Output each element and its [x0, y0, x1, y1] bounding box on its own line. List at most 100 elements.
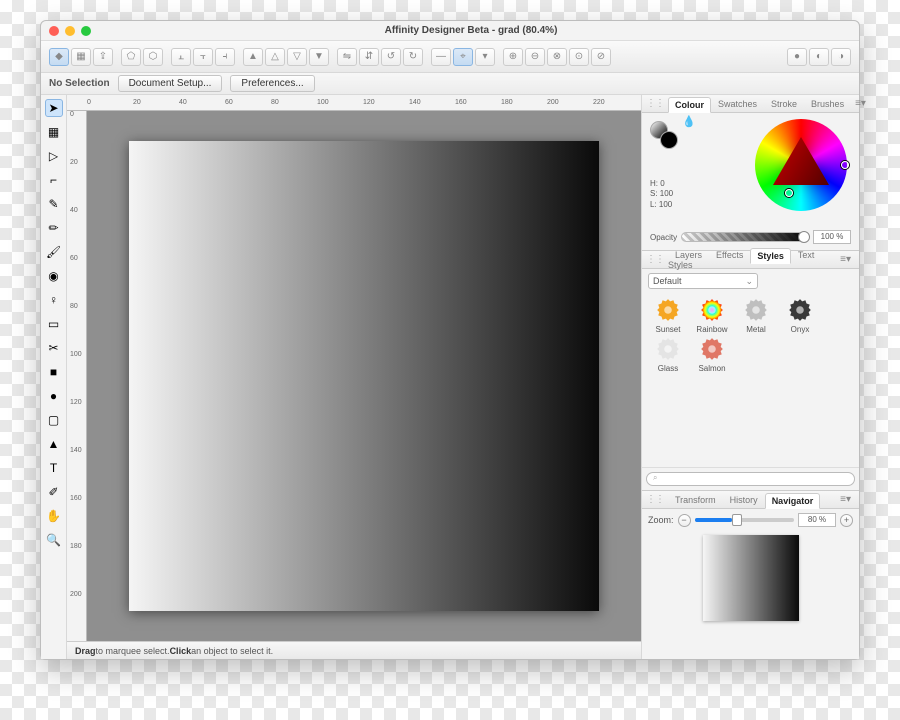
main-toolbar: ◆ ▦ ⇪ ⬠ ⬡ ⫠ ⫟ ⫞ ▲ △ ▽ ▼ ⇋ ⇵ ↺ ↻ — ⌖ ▾ — [41, 41, 859, 73]
bool-xor-button[interactable]: ⊙ — [569, 48, 589, 66]
nav-panel-tabs: ⋮⋮ TransformHistoryNavigator ≡▾ — [642, 491, 859, 509]
nav-tab-transform[interactable]: Transform — [668, 492, 723, 508]
order-front-button[interactable]: ▲ — [243, 48, 263, 66]
fill-tool[interactable]: ◉ — [45, 267, 63, 285]
flip-v-button[interactable]: ⇵ — [359, 48, 379, 66]
panel-grip-icon[interactable]: ⋮⋮ — [646, 254, 668, 265]
bool-sub-button[interactable]: ⊖ — [525, 48, 545, 66]
order-back-button[interactable]: ▼ — [309, 48, 329, 66]
zoom-label: Zoom: — [648, 515, 674, 525]
style-onyx[interactable]: Onyx — [780, 297, 820, 334]
panel-grip-icon[interactable]: ⋮⋮ — [646, 98, 668, 109]
app-window: Affinity Designer Beta - grad (80.4%) ◆ … — [40, 20, 860, 660]
text-tool[interactable]: T — [45, 459, 63, 477]
rectangle-tool[interactable]: ■ — [45, 363, 63, 381]
style-salmon[interactable]: Salmon — [692, 336, 732, 373]
colour-tab-stroke[interactable]: Stroke — [764, 96, 804, 112]
bool-int-button[interactable]: ⊗ — [547, 48, 567, 66]
style-search-input[interactable]: ⌕ — [646, 472, 855, 486]
styles-tab-styles[interactable]: Styles — [750, 248, 791, 264]
color-triangle[interactable] — [773, 137, 829, 185]
preferences-button[interactable]: Preferences... — [230, 75, 314, 92]
styles-panel-tabs: ⋮⋮ LayersEffectsStylesText Styles ≡▾ — [642, 251, 859, 269]
bool-div-button[interactable]: ⊘ — [591, 48, 611, 66]
zoom-tool[interactable]: 🔍 — [45, 531, 63, 549]
crop-tool[interactable]: ✂ — [45, 339, 63, 357]
shape-tool-button[interactable]: ⬠ — [121, 48, 141, 66]
shape2-tool-button[interactable]: ⬡ — [143, 48, 163, 66]
close-window-button[interactable] — [49, 26, 59, 36]
minimize-window-button[interactable] — [65, 26, 75, 36]
view1-button[interactable]: ● — [787, 48, 807, 66]
style-sunset[interactable]: Sunset — [648, 297, 688, 334]
zoom-in-button[interactable]: + — [840, 514, 853, 527]
canvas-area: mm 020406080100120140160180200220 020406… — [67, 95, 641, 659]
snap-off-button[interactable]: — — [431, 48, 451, 66]
flip-h-button[interactable]: ⇋ — [337, 48, 357, 66]
artboard-tool[interactable]: ▦ — [45, 123, 63, 141]
rotate-cw-button[interactable]: ↻ — [403, 48, 423, 66]
opacity-value[interactable]: 100 % — [813, 230, 851, 244]
colour-tab-brushes[interactable]: Brushes — [804, 96, 851, 112]
colour-panel-tabs: ⋮⋮ ColourSwatchesStrokeBrushes ≡▾ — [642, 95, 859, 113]
panel-menu-button[interactable]: ≡▾ — [851, 98, 870, 109]
nav-tab-history[interactable]: History — [723, 492, 765, 508]
hue-marker[interactable] — [841, 161, 849, 169]
style-rainbow[interactable]: Rainbow — [692, 297, 732, 334]
status-bar: Drag to marquee select. Click an object … — [67, 641, 641, 659]
colour-tab-colour[interactable]: Colour — [668, 97, 711, 113]
hand-tool[interactable]: ✋ — [45, 507, 63, 525]
nav-tab-navigator[interactable]: Navigator — [765, 493, 821, 509]
panel-menu-button[interactable]: ≡▾ — [836, 254, 855, 265]
triangle-tool[interactable]: ▲ — [45, 435, 63, 453]
color-swatch-pair[interactable] — [650, 121, 680, 151]
zoom-slider[interactable] — [695, 518, 794, 522]
ellipse-tool[interactable]: ● — [45, 387, 63, 405]
panel-menu-button[interactable]: ≡▾ — [836, 494, 855, 505]
move-tool[interactable]: ➤ — [45, 99, 63, 117]
navigator-thumbnail[interactable] — [703, 535, 799, 621]
gear-icon — [743, 297, 769, 323]
snap-menu-button[interactable]: ▾ — [475, 48, 495, 66]
colour-tab-swatches[interactable]: Swatches — [711, 96, 764, 112]
place-tool[interactable]: ▭ — [45, 315, 63, 333]
ruler-vertical: 020406080100120140160180200 — [67, 111, 87, 641]
brush-tool[interactable]: 🖌 — [45, 243, 63, 261]
opacity-slider[interactable] — [681, 232, 809, 242]
export-persona-button[interactable]: ⇪ — [93, 48, 113, 66]
snap-on-button[interactable]: ⌖ — [453, 48, 473, 66]
rounded-tool[interactable]: ▢ — [45, 411, 63, 429]
color-wheel[interactable] — [755, 119, 847, 211]
node-tool[interactable]: ▷ — [45, 147, 63, 165]
style-metal[interactable]: Metal — [736, 297, 776, 334]
pixel-persona-button[interactable]: ▦ — [71, 48, 91, 66]
order-backward-button[interactable]: ▽ — [287, 48, 307, 66]
bool-add-button[interactable]: ⊕ — [503, 48, 523, 66]
stroke-swatch[interactable] — [660, 131, 678, 149]
designer-persona-button[interactable]: ◆ — [49, 48, 69, 66]
gear-icon — [699, 336, 725, 362]
view3-button[interactable]: ◑ — [831, 48, 851, 66]
eyedropper-icon[interactable]: 💧 — [682, 115, 696, 128]
viewport[interactable] — [87, 111, 641, 641]
panel-grip-icon[interactable]: ⋮⋮ — [646, 494, 668, 505]
style-category-select[interactable]: Default — [648, 273, 758, 289]
artboard-gradient[interactable] — [129, 141, 599, 611]
sl-marker[interactable] — [785, 189, 793, 197]
transparency-tool[interactable]: ♀ — [45, 291, 63, 309]
pencil-tool[interactable]: ✏ — [45, 219, 63, 237]
order-forward-button[interactable]: △ — [265, 48, 285, 66]
rotate-ccw-button[interactable]: ↺ — [381, 48, 401, 66]
align-tool-1[interactable]: ⫠ — [171, 48, 191, 66]
color-picker-tool[interactable]: ✐ — [45, 483, 63, 501]
document-setup-button[interactable]: Document Setup... — [118, 75, 223, 92]
zoom-out-button[interactable]: − — [678, 514, 691, 527]
align-tool-3[interactable]: ⫞ — [215, 48, 235, 66]
style-glass[interactable]: Glass — [648, 336, 688, 373]
corner-tool[interactable]: ⌐ — [45, 171, 63, 189]
align-tool-2[interactable]: ⫟ — [193, 48, 213, 66]
view2-button[interactable]: ◐ — [809, 48, 829, 66]
maximize-window-button[interactable] — [81, 26, 91, 36]
pen-tool[interactable]: ✎ — [45, 195, 63, 213]
zoom-value[interactable]: 80 % — [798, 513, 836, 527]
